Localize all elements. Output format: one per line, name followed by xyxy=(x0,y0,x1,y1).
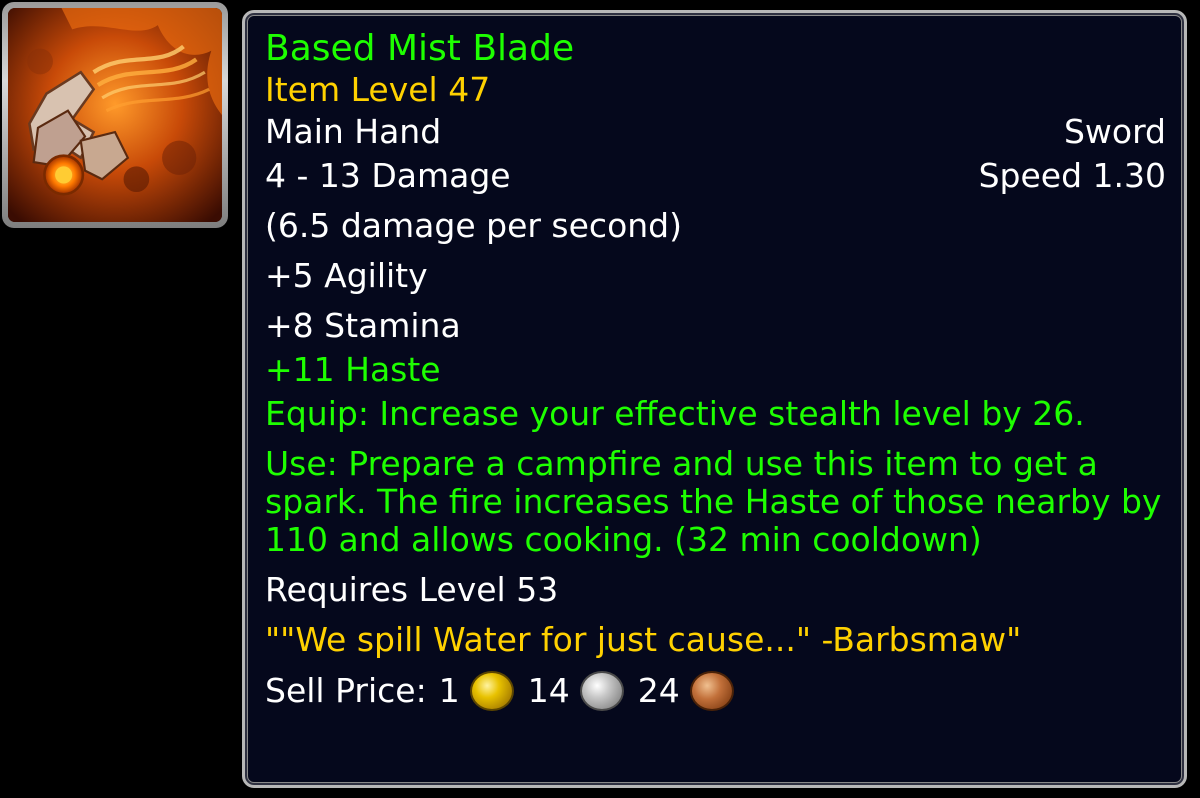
stat-haste: +11 Haste xyxy=(265,350,441,389)
flavor-text: ""We spill Water for just cause..." -Bar… xyxy=(265,620,1022,659)
item-dps: (6.5 damage per second) xyxy=(265,206,682,245)
stat-agility: +5 Agility xyxy=(265,256,428,295)
item-damage: 4 - 13 Damage xyxy=(265,156,511,195)
item-icon-frame[interactable] xyxy=(2,2,228,228)
item-tooltip: Based Mist Blade Item Level 47 Main Hand… xyxy=(242,10,1187,788)
item-level: Item Level 47 xyxy=(265,70,491,109)
copper-coin-icon xyxy=(689,671,734,711)
slot-type-row: Main Hand Sword xyxy=(265,113,1166,151)
item-speed: Speed 1.30 xyxy=(978,156,1166,195)
required-level: Requires Level 53 xyxy=(265,570,559,609)
sell-price-label: Sell Price: xyxy=(265,671,427,710)
gold-coin-icon xyxy=(469,671,514,711)
silver-amount: 14 xyxy=(527,671,570,710)
stat-stamina: +8 Stamina xyxy=(265,306,461,345)
gold-amount: 1 xyxy=(438,671,460,710)
equip-effect: Equip: Increase your effective stealth l… xyxy=(265,394,1085,433)
item-name: Based Mist Blade xyxy=(265,28,575,69)
sell-price: Sell Price: 1 14 24 xyxy=(265,671,1166,711)
item-type: Sword xyxy=(1063,112,1166,151)
tooltip-content: Based Mist Blade Item Level 47 Main Hand… xyxy=(265,27,1166,711)
flaming-sword-icon xyxy=(8,8,222,222)
item-slot: Main Hand xyxy=(265,112,442,151)
damage-speed-row: 4 - 13 Damage Speed 1.30 xyxy=(265,157,1166,195)
copper-amount: 24 xyxy=(637,671,680,710)
use-effect: Use: Prepare a campfire and use this ite… xyxy=(265,444,1162,559)
silver-coin-icon xyxy=(579,671,624,711)
